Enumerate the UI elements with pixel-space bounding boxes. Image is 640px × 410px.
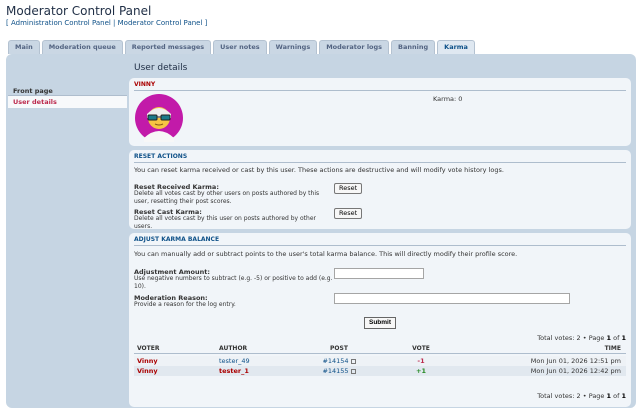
votes-panel: Total votes: 2 • Page 1 of 1 VOTER AUTHO… xyxy=(129,330,631,407)
username[interactable]: VINNY xyxy=(134,81,626,91)
post-link[interactable]: #14155 xyxy=(322,367,348,375)
mcp-link[interactable]: Moderator Control Panel xyxy=(118,19,203,27)
user-panel: VINNY Karma: 0 xyxy=(129,78,631,146)
reset-panel: RESET ACTIONS You can reset karma receiv… xyxy=(129,150,631,230)
tab-karma[interactable]: Karma xyxy=(437,40,475,54)
main-panel: User details VINNY Karma: 0 RESET ACTION… xyxy=(129,57,631,407)
sidebar-item-user-details[interactable]: User details xyxy=(8,96,127,108)
voter-link[interactable]: Vinny xyxy=(134,366,216,376)
col-vote: VOTE xyxy=(412,345,430,352)
author-link[interactable]: tester_49 xyxy=(216,356,298,366)
votes-table: VOTER AUTHOR POST VOTE TIME Vinny tester… xyxy=(134,344,626,376)
karma-readout: Karma: 0 xyxy=(433,95,463,103)
tab-main[interactable]: Main xyxy=(8,40,40,54)
adjust-heading: ADJUST KARMA BALANCE xyxy=(134,236,626,246)
avatar xyxy=(135,94,183,142)
sidebar: Front page User details xyxy=(8,86,127,108)
col-post: POST xyxy=(330,345,348,352)
vote-value: +1 xyxy=(416,367,426,375)
col-author: AUTHOR xyxy=(219,345,248,352)
reason-description: Provide a reason for the log entry. xyxy=(134,301,236,308)
breadcrumb: [ Administration Control Panel | Moderat… xyxy=(6,19,208,27)
tab-moderator-logs[interactable]: Moderator logs xyxy=(319,40,390,54)
amount-input[interactable] xyxy=(334,268,424,279)
table-row: Vinny tester_49 #14154 -1 Mon Jun 01, 20… xyxy=(134,356,626,366)
pagination-top: Total votes: 2 • Page 1 of 1 xyxy=(537,334,626,342)
reset-cast-description: Delete all votes cast by this user on po… xyxy=(134,215,316,230)
tab-warnings[interactable]: Warnings xyxy=(268,40,318,54)
reset-received-button[interactable]: Reset xyxy=(334,183,363,194)
vote-time: Mon Jun 01, 2026 12:51 pm xyxy=(530,357,621,365)
vote-value: -1 xyxy=(417,357,425,365)
table-header: VOTER AUTHOR POST VOTE TIME xyxy=(134,344,626,354)
vote-time: Mon Jun 01, 2026 12:42 pm xyxy=(530,367,621,375)
col-voter: VOTER xyxy=(137,345,160,352)
sidebar-heading[interactable]: Front page xyxy=(8,86,127,96)
submit-button[interactable]: Submit xyxy=(364,317,397,329)
acp-link[interactable]: Administration Control Panel xyxy=(11,19,111,27)
tab-banning[interactable]: Banning xyxy=(391,40,436,54)
section-title: User details xyxy=(134,63,188,73)
adjust-description: You can manually add or subtract points … xyxy=(134,250,518,258)
reset-received-description: Delete all votes cast by other users on … xyxy=(134,190,320,205)
reset-cast-button[interactable]: Reset xyxy=(334,208,363,219)
pagination-bottom: Total votes: 2 • Page 1 of 1 xyxy=(537,392,626,400)
tab-bar: Main Moderation queue Reported messages … xyxy=(8,40,475,54)
reset-heading: RESET ACTIONS xyxy=(134,153,626,163)
tab-user-notes[interactable]: User notes xyxy=(213,40,267,54)
amount-description: Use negative numbers to subtract (e.g. -… xyxy=(134,275,333,290)
reset-description: You can reset karma received or cast by … xyxy=(134,166,504,174)
page-title: Moderator Control Panel xyxy=(6,4,152,18)
reason-input[interactable] xyxy=(334,293,570,304)
col-time: TIME xyxy=(604,345,621,352)
table-row: Vinny tester_1 #14155 +1 Mon Jun 01, 202… xyxy=(134,366,626,376)
tab-reported-messages[interactable]: Reported messages xyxy=(124,40,212,54)
voter-link[interactable]: Vinny xyxy=(134,356,216,366)
post-link[interactable]: #14154 xyxy=(322,357,348,365)
post-icon[interactable] xyxy=(350,368,356,374)
tab-moderation-queue[interactable]: Moderation queue xyxy=(41,40,123,54)
author-link[interactable]: tester_1 xyxy=(216,366,298,376)
post-icon[interactable] xyxy=(350,358,356,364)
